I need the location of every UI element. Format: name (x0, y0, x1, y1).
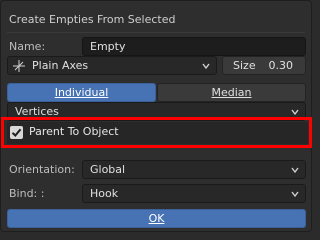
name-label: Name: (9, 40, 46, 53)
ok-button-label: OK (148, 212, 165, 225)
size-label: Size (233, 59, 256, 72)
create-empties-dialog: Create Empties From Selected Name: Empty… (0, 0, 312, 232)
bind-value: Hook (90, 187, 119, 200)
bind-dropdown[interactable]: Hook (82, 184, 306, 203)
display-type-value: Plain Axes (32, 59, 89, 72)
orientation-value: Global (90, 163, 126, 176)
plain-axes-icon (13, 60, 25, 72)
display-type-dropdown[interactable]: Plain Axes (7, 56, 217, 75)
dialog-title: Create Empties From Selected (9, 13, 176, 26)
chevron-down-icon (291, 109, 299, 116)
name-input[interactable]: Empty (82, 37, 306, 56)
orientation-dropdown[interactable]: Global (82, 160, 306, 179)
size-field[interactable]: Size 0.30 (222, 56, 306, 75)
chevron-down-icon (291, 167, 299, 174)
ok-button[interactable]: OK (7, 209, 306, 228)
tab-individual-label: Individual (54, 86, 109, 99)
tab-individual[interactable]: Individual (7, 83, 156, 102)
tab-median[interactable]: Median (157, 83, 306, 102)
size-value: 0.30 (268, 59, 294, 72)
highlight-box (1, 117, 312, 148)
title-divider (7, 32, 305, 33)
bind-label: Bind: : (9, 187, 45, 200)
chevron-down-icon (291, 191, 299, 198)
orientation-label: Orientation: (9, 163, 75, 176)
chevron-down-icon (202, 63, 210, 70)
tab-median-label: Median (211, 86, 252, 99)
